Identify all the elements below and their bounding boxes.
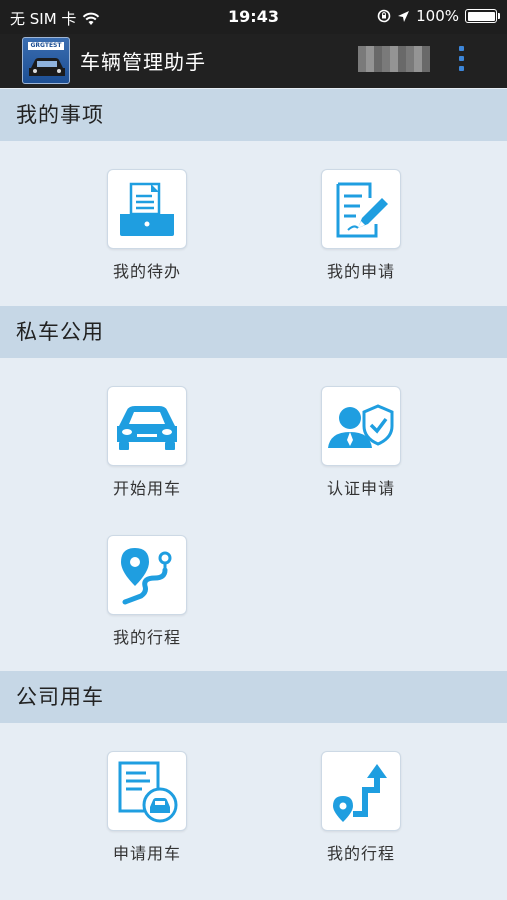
tile-label: 我的行程 bbox=[112, 628, 181, 647]
app-bar: GRGTEST 车辆管理助手 bbox=[0, 34, 507, 88]
section-header-company-car: 公司用车 bbox=[0, 671, 507, 723]
tile-label: 我的申请 bbox=[326, 262, 395, 281]
edit-document-icon bbox=[336, 182, 388, 238]
tile-label: 开始用车 bbox=[112, 479, 181, 498]
tile-label: 我的待办 bbox=[112, 262, 181, 281]
tile-my-trip-private[interactable]: 我的行程 bbox=[92, 535, 202, 648]
tile-apply-car[interactable]: 申请用车 bbox=[92, 751, 202, 864]
route-arrow-icon bbox=[333, 764, 387, 822]
battery-icon bbox=[465, 9, 500, 23]
user-name-blurred bbox=[358, 46, 430, 72]
car-icon bbox=[117, 406, 177, 450]
tile-icon-box bbox=[321, 751, 401, 831]
tile-icon-box bbox=[107, 386, 187, 466]
tile-icon-box bbox=[107, 535, 187, 615]
tile-label: 申请用车 bbox=[112, 844, 181, 863]
tile-icon-box bbox=[107, 751, 187, 831]
tile-my-application[interactable]: 我的申请 bbox=[306, 169, 416, 282]
orientation-lock-icon bbox=[377, 9, 391, 23]
car-request-icon bbox=[118, 761, 178, 823]
battery-fill bbox=[467, 11, 495, 21]
tile-icon-box bbox=[321, 386, 401, 466]
inbox-document-icon bbox=[120, 182, 174, 236]
more-vertical-icon[interactable] bbox=[453, 44, 469, 78]
location-arrow-icon bbox=[398, 10, 410, 22]
section-header-private-car: 私车公用 bbox=[0, 306, 507, 358]
route-pin-icon bbox=[121, 548, 172, 605]
section-header-my-items: 我的事项 bbox=[0, 89, 507, 141]
tile-icon-box bbox=[321, 169, 401, 249]
user-verified-icon bbox=[328, 404, 394, 448]
status-right: 100% bbox=[377, 7, 500, 25]
tile-start-car[interactable]: 开始用车 bbox=[92, 386, 202, 499]
battery-percent: 100% bbox=[416, 7, 459, 25]
tile-label: 认证申请 bbox=[326, 479, 395, 498]
app-logo: GRGTEST bbox=[22, 37, 70, 84]
app-title: 车辆管理助手 bbox=[80, 50, 206, 74]
car-logo-icon bbox=[29, 58, 65, 76]
status-bar: 无 SIM 卡 19:43 100% bbox=[0, 0, 507, 34]
tile-certification[interactable]: 认证申请 bbox=[306, 386, 416, 499]
tile-my-trip-company[interactable]: 我的行程 bbox=[306, 751, 416, 864]
tile-icon-box bbox=[107, 169, 187, 249]
tile-my-todo[interactable]: 我的待办 bbox=[92, 169, 202, 282]
tile-label: 我的行程 bbox=[326, 844, 395, 863]
